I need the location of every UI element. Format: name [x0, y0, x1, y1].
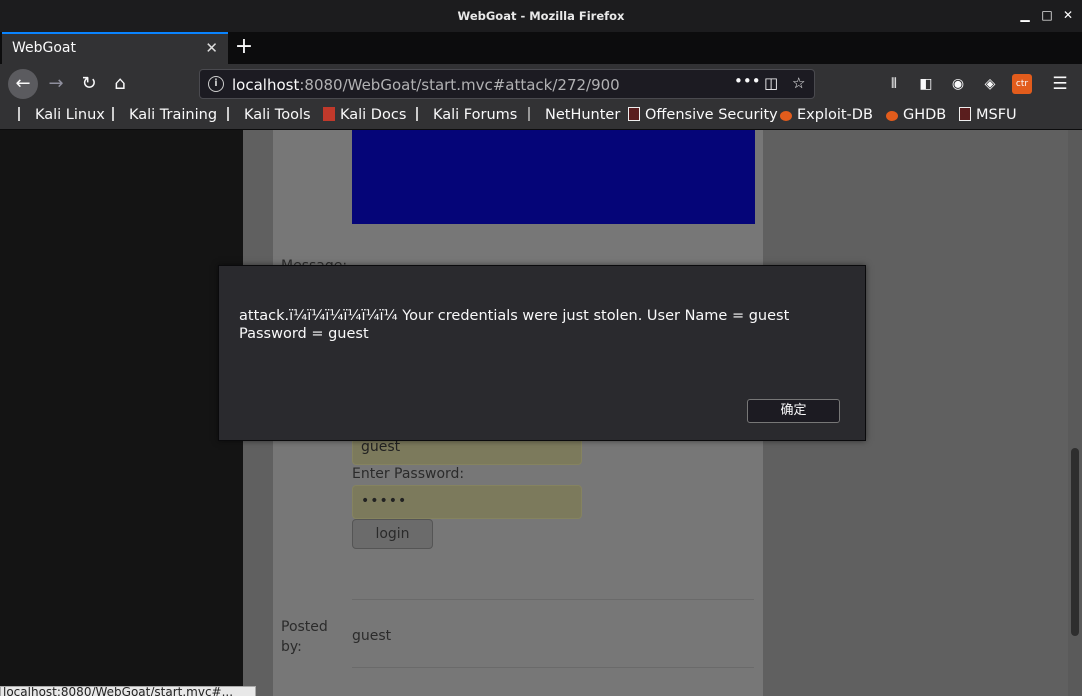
bookmark-kali-linux[interactable]: Kali Linux — [18, 107, 105, 123]
status-bar: localhost:8080/WebGoat/start.mvc#... — [0, 686, 256, 696]
pocket-icon[interactable]: ◫ — [764, 74, 778, 92]
maximize-icon[interactable]: □ — [1040, 8, 1054, 22]
home-icon[interactable]: ⌂ — [105, 69, 135, 99]
ctr-extension-icon[interactable]: ctr — [1012, 74, 1032, 94]
divider — [352, 667, 754, 668]
bookmarks-toolbar: Kali Linux Kali Training Kali Tools Kali… — [0, 102, 1082, 130]
bookmark-kali-forums[interactable]: Kali Forums — [416, 107, 517, 123]
library-icon[interactable]: ⫴ — [884, 74, 904, 94]
kali-dragon-icon — [112, 107, 124, 121]
tab-label: WebGoat — [12, 40, 77, 56]
kali-dragon-icon — [18, 107, 30, 121]
url-bar[interactable]: i localhost:8080/WebGoat/start.mvc#attac… — [199, 69, 815, 99]
posted-by-value: guest — [352, 628, 392, 644]
bookmark-offensive-security[interactable]: Offensive Security — [628, 107, 778, 123]
alert-message: attack.ï¼ï¼ï¼ï¼ï¼ï¼ Your credentials wer… — [239, 308, 790, 342]
bookmark-exploit-db[interactable]: Exploit-DB — [780, 107, 873, 123]
navigation-toolbar: ← → ↻ ⌂ i localhost:8080/WebGoat/start.m… — [0, 64, 1082, 102]
kali-dragon-icon — [227, 107, 239, 121]
exploit-db-icon — [780, 111, 792, 121]
close-window-icon[interactable]: ✕ — [1061, 8, 1075, 22]
msfu-icon — [959, 107, 971, 121]
bookmark-nethunter[interactable]: NetHunter — [528, 107, 620, 123]
new-tab-icon[interactable]: + — [232, 34, 256, 60]
scrollbar-thumb[interactable] — [1071, 448, 1079, 636]
account-icon[interactable]: ◉ — [948, 74, 968, 94]
forward-icon[interactable]: → — [41, 69, 71, 99]
left-sidebar — [0, 130, 243, 696]
bookmark-ghdb[interactable]: GHDB — [886, 107, 946, 123]
login-button[interactable]: login — [352, 519, 433, 549]
nethunter-icon — [528, 107, 540, 121]
ok-button[interactable]: 确定 — [747, 399, 840, 423]
close-tab-icon[interactable]: ✕ — [205, 39, 218, 57]
minimize-icon[interactable]: ▁ — [1018, 8, 1032, 22]
injected-blue-box — [352, 130, 755, 224]
window-titlebar: WebGoat - Mozilla Firefox ▁ □ ✕ — [0, 0, 1082, 32]
kali-docs-icon — [323, 107, 335, 121]
password-label: Enter Password: — [352, 466, 465, 482]
page-actions-icon[interactable]: ••• — [734, 72, 761, 90]
ghdb-icon — [886, 111, 898, 121]
kali-dragon-icon — [416, 107, 428, 121]
password-field[interactable]: ••••• — [352, 485, 582, 519]
site-info-icon[interactable]: i — [208, 76, 224, 92]
divider — [352, 599, 754, 600]
tab-webgoat[interactable]: WebGoat ✕ — [2, 32, 228, 64]
url-text[interactable]: localhost:8080/WebGoat/start.mvc#attack/… — [232, 76, 620, 94]
bookmark-kali-docs[interactable]: Kali Docs — [323, 107, 406, 123]
bookmark-kali-training[interactable]: Kali Training — [112, 107, 217, 123]
reload-icon[interactable]: ↻ — [74, 69, 104, 99]
tab-strip: WebGoat ✕ + — [0, 32, 1082, 64]
back-icon[interactable]: ← — [8, 69, 38, 99]
sidebar-icon[interactable]: ◧ — [916, 74, 936, 94]
bookmark-star-icon[interactable]: ☆ — [792, 74, 805, 92]
bookmark-msfu[interactable]: MSFU — [959, 107, 1017, 123]
alert-dialog: attack.ï¼ï¼ï¼ï¼ï¼ï¼ Your credentials wer… — [218, 265, 866, 441]
bookmark-kali-tools[interactable]: Kali Tools — [227, 107, 311, 123]
window-title: WebGoat - Mozilla Firefox — [457, 9, 625, 23]
menu-icon[interactable]: ☰ — [1050, 74, 1070, 94]
extension-icon[interactable]: ◈ — [980, 74, 1000, 94]
offensive-security-icon — [628, 107, 640, 121]
posted-by-label: Posted by: — [281, 619, 328, 655]
